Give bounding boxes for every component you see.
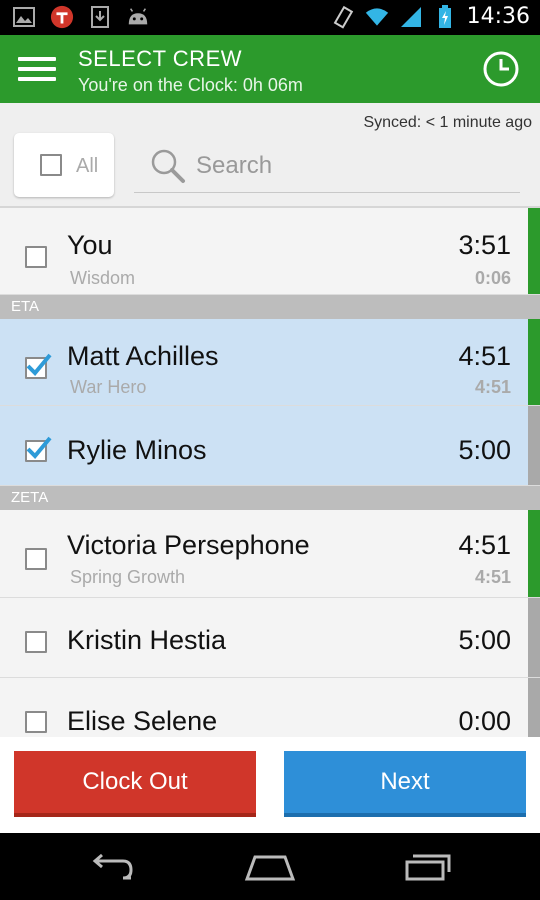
- recent-apps-icon[interactable]: [398, 849, 458, 885]
- status-bar-indicator: [528, 510, 540, 597]
- crew-row-elise-selene[interactable]: Elise Selene 0:00: [0, 678, 540, 738]
- crew-time: 3:51: [458, 230, 511, 260]
- crew-role: Spring Growth: [70, 567, 186, 587]
- crew-row-matt-achilles[interactable]: Matt Achilles War Hero 4:51 4:51: [0, 319, 540, 406]
- crew-time: 0:00: [458, 706, 511, 736]
- sync-status: Synced: < 1 minute ago: [363, 114, 532, 131]
- status-bar-indicator: [528, 678, 540, 738]
- section-header-zeta: ZETA: [0, 486, 540, 510]
- crew-checkbox-checked[interactable]: [25, 353, 52, 379]
- battery-icon: [433, 4, 457, 29]
- crew-name: Elise Selene: [67, 706, 218, 736]
- crew-row-rylie-minos[interactable]: Rylie Minos 5:00: [0, 406, 540, 486]
- android-icon: [126, 5, 150, 29]
- crew-checkbox[interactable]: [25, 246, 47, 268]
- crew-name: Rylie Minos: [67, 435, 207, 465]
- crew-time: 5:00: [458, 625, 511, 655]
- select-all-button[interactable]: All: [14, 133, 114, 197]
- search-bar[interactable]: [134, 143, 520, 193]
- vibrate-icon: [331, 5, 355, 29]
- back-icon[interactable]: [82, 849, 142, 885]
- crew-subtime: 4:51: [474, 377, 511, 397]
- status-bar-indicator: [528, 208, 540, 294]
- search-input[interactable]: [196, 151, 496, 181]
- search-icon: [148, 147, 188, 187]
- t-logo-icon: [50, 5, 74, 29]
- crew-time: 5:00: [458, 435, 511, 465]
- crew-checkbox-checked[interactable]: [25, 436, 52, 462]
- crew-role: War Hero: [70, 377, 147, 397]
- signal-icon: [399, 5, 423, 29]
- crew-checkbox[interactable]: [25, 548, 47, 570]
- menu-icon[interactable]: [18, 57, 56, 83]
- select-all-checkbox[interactable]: [40, 154, 62, 176]
- status-bar-indicator: [528, 319, 540, 405]
- crew-name: Victoria Persephone: [67, 530, 310, 560]
- crew-subtime: 0:06: [474, 268, 511, 288]
- system-nav-bar: [0, 833, 540, 900]
- select-all-label: All: [76, 155, 99, 177]
- action-bar: Clock Out Next: [0, 737, 540, 833]
- image-icon: [12, 5, 36, 29]
- crew-row-victoria-persephone[interactable]: Victoria Persephone Spring Growth 4:51 4…: [0, 510, 540, 598]
- crew-row-you[interactable]: You Wisdom 3:51 0:06: [0, 208, 540, 295]
- crew-role: Wisdom: [70, 268, 136, 288]
- crew-name: Matt Achilles: [67, 341, 219, 371]
- section-header-eta: ETA: [0, 295, 540, 319]
- crew-time: 4:51: [458, 341, 511, 371]
- status-bar-indicator: [528, 406, 540, 485]
- status-time: 14:36: [466, 4, 530, 29]
- crew-checkbox[interactable]: [25, 631, 47, 653]
- crew-subtime: 4:51: [474, 567, 511, 587]
- crew-screen: Synced: < 1 minute ago All You Wisdom 3:…: [0, 103, 540, 833]
- status-bar: 14:36: [0, 0, 540, 35]
- page-title: SELECT CREW: [78, 46, 243, 71]
- crew-row-kristin-hestia[interactable]: Kristin Hestia 5:00: [0, 598, 540, 678]
- home-icon[interactable]: [240, 849, 300, 885]
- status-bar-indicator: [528, 598, 540, 677]
- clock-icon[interactable]: [482, 50, 520, 88]
- crew-time: 4:51: [458, 530, 511, 560]
- crew-checkbox[interactable]: [25, 711, 47, 733]
- next-button[interactable]: Next: [284, 751, 526, 817]
- crew-name: Kristin Hestia: [67, 625, 227, 655]
- download-icon: [88, 5, 112, 29]
- crew-name: You: [67, 230, 113, 260]
- app-bar: SELECT CREW You're on the Clock: 0h 06m: [0, 35, 540, 103]
- clock-out-button[interactable]: Clock Out: [14, 751, 256, 817]
- wifi-icon: [365, 5, 389, 29]
- clock-status: You're on the Clock: 0h 06m: [78, 75, 303, 95]
